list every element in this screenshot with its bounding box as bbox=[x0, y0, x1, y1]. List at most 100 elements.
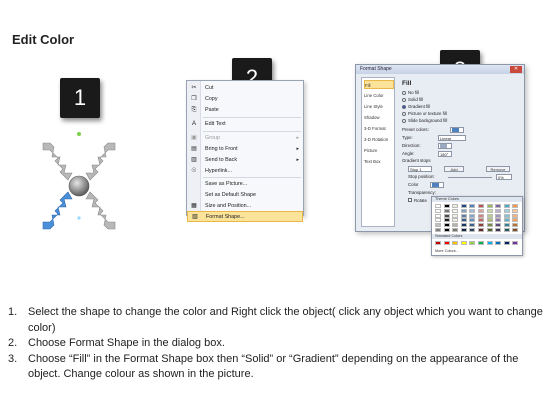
color-swatch[interactable] bbox=[512, 213, 519, 218]
category-line-style[interactable]: Line Style bbox=[364, 102, 394, 111]
more-colors-link[interactable]: More Colors... bbox=[435, 249, 459, 253]
color-swatch[interactable] bbox=[512, 218, 519, 223]
direction-dropdown[interactable] bbox=[438, 143, 452, 149]
menu-item-edit-text[interactable]: A Edit Text bbox=[187, 119, 303, 130]
color-swatch[interactable] bbox=[478, 228, 484, 232]
color-swatch[interactable] bbox=[460, 213, 467, 218]
arrow-down-left-selected[interactable] bbox=[42, 191, 73, 230]
color-swatch[interactable] bbox=[478, 223, 484, 228]
remove-stop-button[interactable]: Remove bbox=[486, 166, 510, 172]
category-3-d-format[interactable]: 3-D Format bbox=[364, 124, 394, 133]
color-swatch[interactable] bbox=[486, 241, 493, 245]
color-swatch[interactable] bbox=[486, 218, 493, 223]
radio-picture-or-texture-fill[interactable]: Picture or texture fill bbox=[402, 111, 447, 117]
color-swatch[interactable] bbox=[495, 218, 502, 223]
color-swatch[interactable] bbox=[503, 218, 510, 223]
color-swatch[interactable] bbox=[486, 213, 493, 218]
radio-solid-fill[interactable]: Solid fill bbox=[402, 97, 423, 103]
arrow-cross-shape[interactable] bbox=[30, 128, 130, 238]
menu-item-paste[interactable]: ⎘ Paste bbox=[187, 105, 303, 116]
color-swatch[interactable] bbox=[435, 204, 441, 208]
color-swatch[interactable] bbox=[486, 204, 493, 208]
rotation-handle[interactable] bbox=[77, 132, 81, 136]
color-swatch[interactable] bbox=[460, 208, 467, 213]
color-swatch[interactable] bbox=[495, 241, 502, 245]
stop-dropdown[interactable]: Stop 1 bbox=[408, 166, 432, 172]
color-swatch[interactable] bbox=[435, 208, 441, 213]
color-swatch[interactable] bbox=[443, 213, 450, 218]
rotate-checkbox[interactable]: Rotate bbox=[408, 198, 427, 204]
color-swatch[interactable] bbox=[503, 241, 510, 245]
radio-slide-background-fill[interactable]: Slide background fill bbox=[402, 118, 447, 124]
color-swatch[interactable] bbox=[460, 228, 467, 232]
add-stop-button[interactable]: Add bbox=[444, 166, 464, 172]
stop-position-input[interactable]: 0% bbox=[496, 174, 512, 180]
color-swatch[interactable] bbox=[452, 208, 459, 213]
color-dropdown[interactable] bbox=[430, 182, 444, 188]
color-swatch[interactable] bbox=[512, 241, 519, 245]
color-swatch[interactable] bbox=[503, 213, 510, 218]
stop-position-slider[interactable] bbox=[448, 177, 492, 178]
color-swatch[interactable] bbox=[452, 204, 459, 208]
color-swatch[interactable] bbox=[443, 204, 450, 208]
color-swatch[interactable] bbox=[452, 223, 459, 228]
color-swatch[interactable] bbox=[512, 228, 519, 232]
menu-item-cut[interactable]: ✂ Cut bbox=[187, 83, 303, 94]
color-swatch[interactable] bbox=[478, 208, 484, 213]
category-shadow[interactable]: Shadow bbox=[364, 113, 394, 122]
color-swatch[interactable] bbox=[478, 218, 484, 223]
radio-gradient-fill[interactable]: Gradient fill bbox=[402, 104, 430, 110]
color-swatch[interactable] bbox=[443, 228, 450, 232]
color-swatch[interactable] bbox=[495, 204, 502, 208]
color-swatch[interactable] bbox=[435, 241, 441, 245]
category-picture[interactable]: Picture bbox=[364, 146, 394, 155]
menu-item-format-shape[interactable]: ▧ Format Shape... bbox=[187, 211, 303, 222]
category-fill[interactable]: Fill bbox=[364, 80, 394, 89]
color-swatch[interactable] bbox=[469, 241, 476, 245]
color-swatch[interactable] bbox=[452, 241, 459, 245]
type-dropdown[interactable]: Linear bbox=[438, 135, 466, 141]
color-swatch[interactable] bbox=[469, 204, 476, 208]
color-swatch[interactable] bbox=[443, 218, 450, 223]
color-swatch[interactable] bbox=[512, 204, 519, 208]
color-swatch[interactable] bbox=[460, 241, 467, 245]
color-swatch[interactable] bbox=[443, 208, 450, 213]
color-swatch[interactable] bbox=[452, 228, 459, 232]
color-swatch[interactable] bbox=[495, 223, 502, 228]
color-swatch[interactable] bbox=[452, 213, 459, 218]
color-swatch[interactable] bbox=[503, 223, 510, 228]
color-swatch[interactable] bbox=[460, 218, 467, 223]
color-swatch[interactable] bbox=[435, 218, 441, 223]
color-swatch[interactable] bbox=[495, 228, 502, 232]
color-swatch[interactable] bbox=[486, 228, 493, 232]
menu-item-copy[interactable]: ❐ Copy bbox=[187, 94, 303, 105]
color-swatch[interactable] bbox=[469, 228, 476, 232]
menu-item-hyperlink[interactable]: ☉ Hyperlink... bbox=[187, 166, 303, 177]
color-swatch[interactable] bbox=[435, 228, 441, 232]
color-swatch[interactable] bbox=[503, 204, 510, 208]
color-swatch[interactable] bbox=[469, 223, 476, 228]
menu-item-bring-to-front[interactable]: ▤ Bring to Front ▸ bbox=[187, 144, 303, 155]
color-swatch[interactable] bbox=[495, 208, 502, 213]
color-swatch[interactable] bbox=[469, 213, 476, 218]
color-swatch[interactable] bbox=[435, 223, 441, 228]
color-swatch[interactable] bbox=[469, 218, 476, 223]
category-text-box[interactable]: Text Box bbox=[364, 157, 394, 166]
color-swatch[interactable] bbox=[478, 213, 484, 218]
color-swatch[interactable] bbox=[460, 223, 467, 228]
preset-colors-dropdown[interactable] bbox=[450, 127, 464, 133]
color-swatch[interactable] bbox=[503, 228, 510, 232]
category-line-color[interactable]: Line Color bbox=[364, 91, 394, 100]
color-swatch[interactable] bbox=[503, 208, 510, 213]
color-swatch[interactable] bbox=[443, 223, 450, 228]
color-swatch[interactable] bbox=[478, 241, 484, 245]
color-swatch[interactable] bbox=[443, 241, 450, 245]
color-swatch[interactable] bbox=[486, 223, 493, 228]
color-swatch[interactable] bbox=[469, 208, 476, 213]
color-swatch[interactable] bbox=[512, 223, 519, 228]
color-swatch[interactable] bbox=[435, 213, 441, 218]
menu-item-group[interactable]: ▣ Group ▸ bbox=[187, 133, 303, 144]
radio-no-fill[interactable]: No fill bbox=[402, 90, 419, 96]
color-swatch[interactable] bbox=[512, 208, 519, 213]
menu-item-set-as-default-shape[interactable]: Set as Default Shape bbox=[187, 190, 303, 201]
